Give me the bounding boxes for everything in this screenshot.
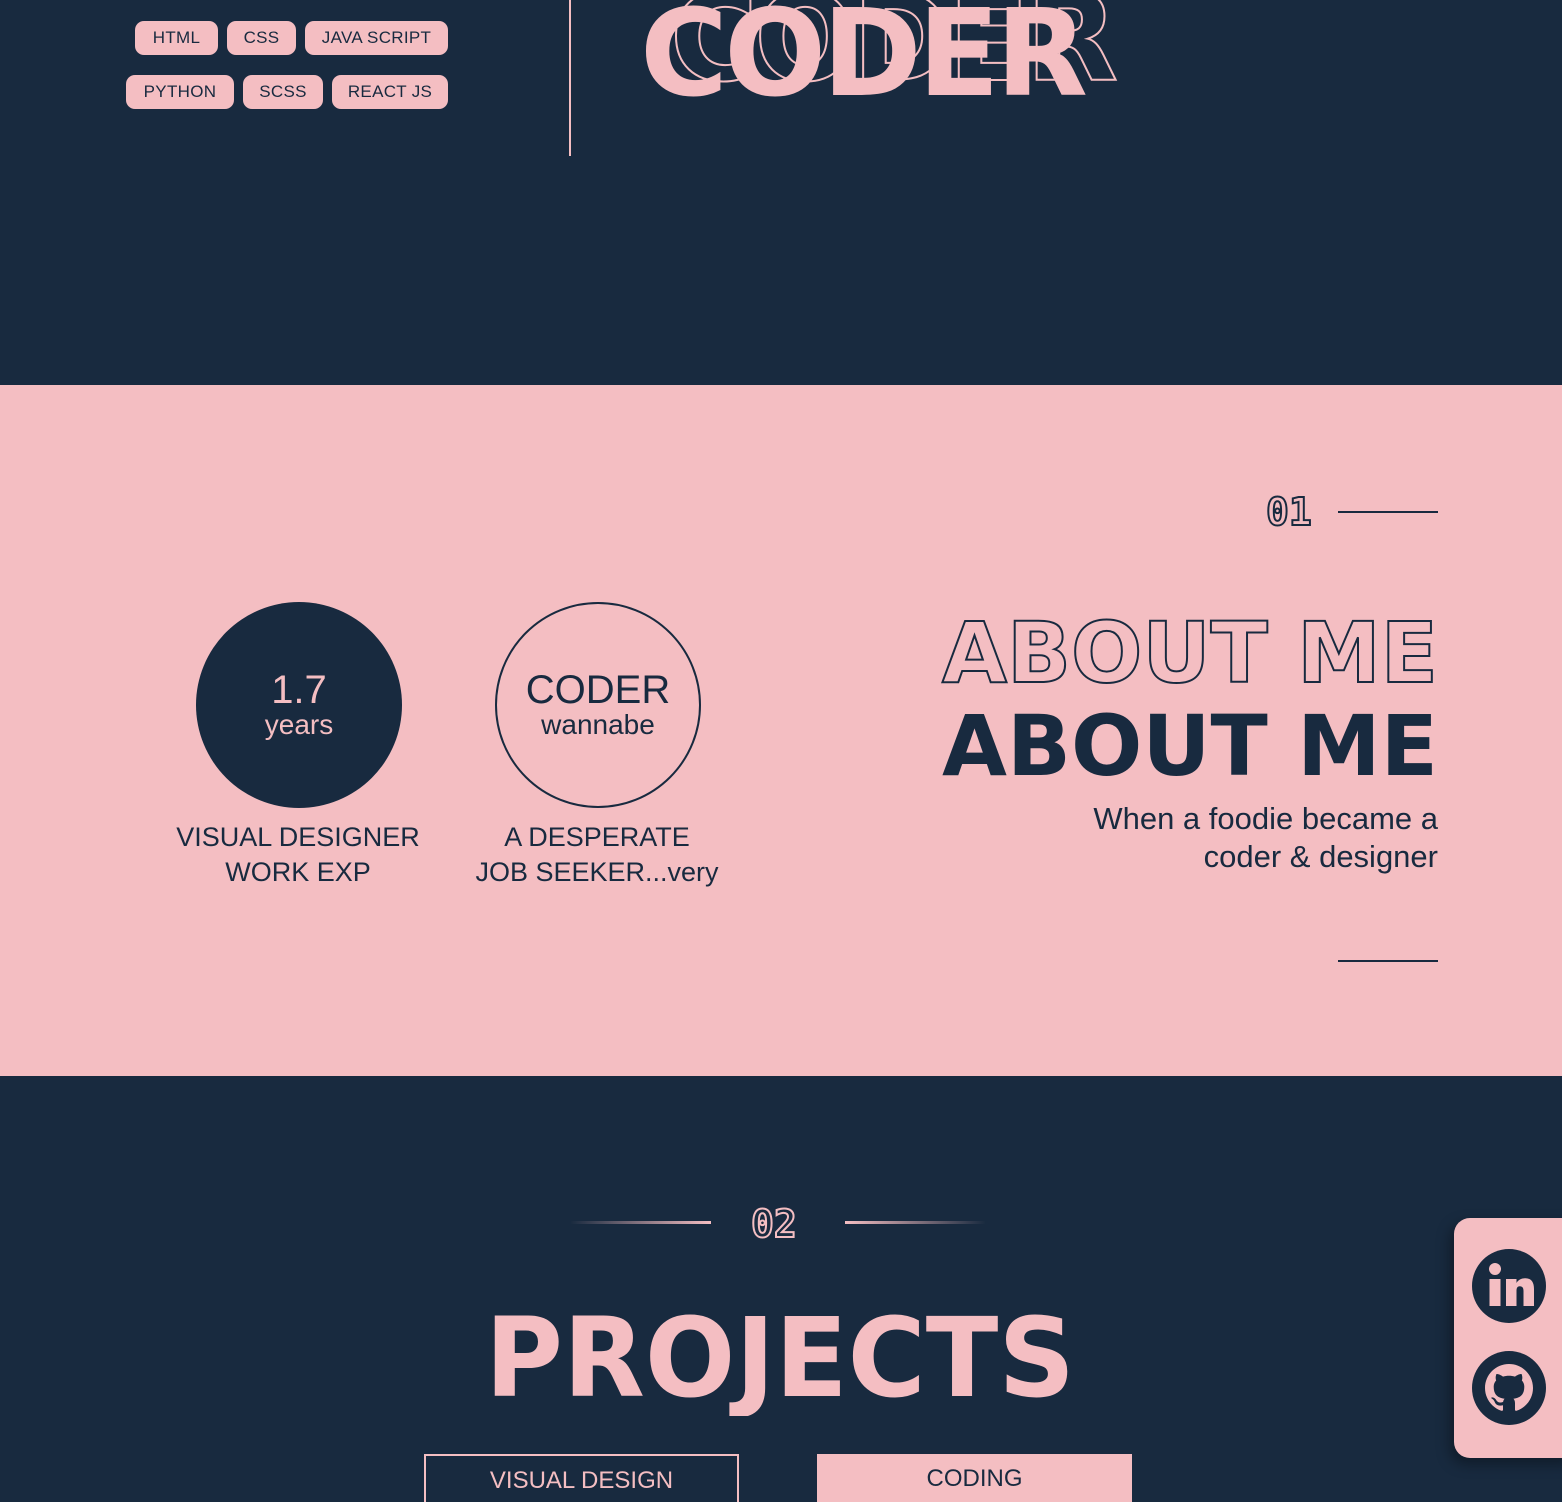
skill-tags: HTML CSS JAVA SCRIPT PYTHON SCSS REACT J… — [0, 0, 569, 160]
about-title: ABOUT ME ABOUT ME — [941, 603, 1439, 785]
linkedin-icon[interactable] — [1471, 1248, 1547, 1324]
skill-tag-python: PYTHON — [126, 75, 234, 109]
section-rule-bottom — [1338, 960, 1438, 962]
stat-coder-value: CODER — [525, 668, 671, 712]
svg-text:02: 02 — [751, 1202, 797, 1245]
tab-visual-design[interactable]: VISUAL DESIGN — [424, 1454, 739, 1502]
stat-coder-caption: A DESPERATE JOB SEEKER...very — [475, 822, 719, 887]
svg-text:PROJECTS: PROJECTS — [485, 1294, 1075, 1416]
skill-tag-css: CSS — [227, 21, 296, 55]
section-rule-top — [1338, 511, 1438, 513]
section-rule-right — [845, 1221, 986, 1224]
github-icon[interactable] — [1471, 1350, 1547, 1426]
about-title-outline: ABOUT ME — [942, 604, 1438, 702]
hero-divider — [569, 0, 571, 156]
about-title-solid: ABOUT ME — [942, 697, 1438, 785]
section-number-01: 01 — [1265, 489, 1313, 533]
svg-text:01: 01 — [1266, 490, 1312, 533]
stat-experience-value: 1.7 — [271, 668, 327, 712]
skill-tag-scss: SCSS — [243, 75, 323, 109]
tab-coding[interactable]: CODING — [817, 1454, 1132, 1502]
skill-tag-react: REACT JS — [332, 75, 448, 109]
section-number-02: 02 — [750, 1201, 798, 1245]
social-dock — [1454, 1218, 1562, 1458]
stat-coder-circle: CODER wannabe — [495, 602, 701, 808]
stat-experience-caption: VISUAL DESIGNER WORK EXP — [176, 822, 420, 887]
hero-section: HTML CSS JAVA SCRIPT PYTHON SCSS REACT J… — [0, 0, 1562, 385]
skill-tag-html: HTML — [135, 21, 218, 55]
section-rule-left — [570, 1221, 711, 1224]
about-section: 01 1.7 years VISUAL DESIGNER WORK EXP CO… — [0, 385, 1562, 1076]
stat-experience-circle: 1.7 years — [196, 602, 402, 808]
hero-headline-solid: CODER — [640, 0, 1086, 105]
stat-coder-unit: wannabe — [541, 709, 655, 740]
stat-experience-unit: years — [264, 709, 334, 740]
skill-tag-javascript: JAVA SCRIPT — [305, 21, 448, 55]
projects-section: 02 PROJECTS VISUAL DESIGN CODING — [0, 1076, 1562, 1502]
hero-headline: CODER CODER — [640, 0, 1121, 105]
projects-title: PROJECTS — [485, 1294, 1075, 1416]
about-subtitle: When a foodie became a coder & designer — [1093, 801, 1438, 874]
